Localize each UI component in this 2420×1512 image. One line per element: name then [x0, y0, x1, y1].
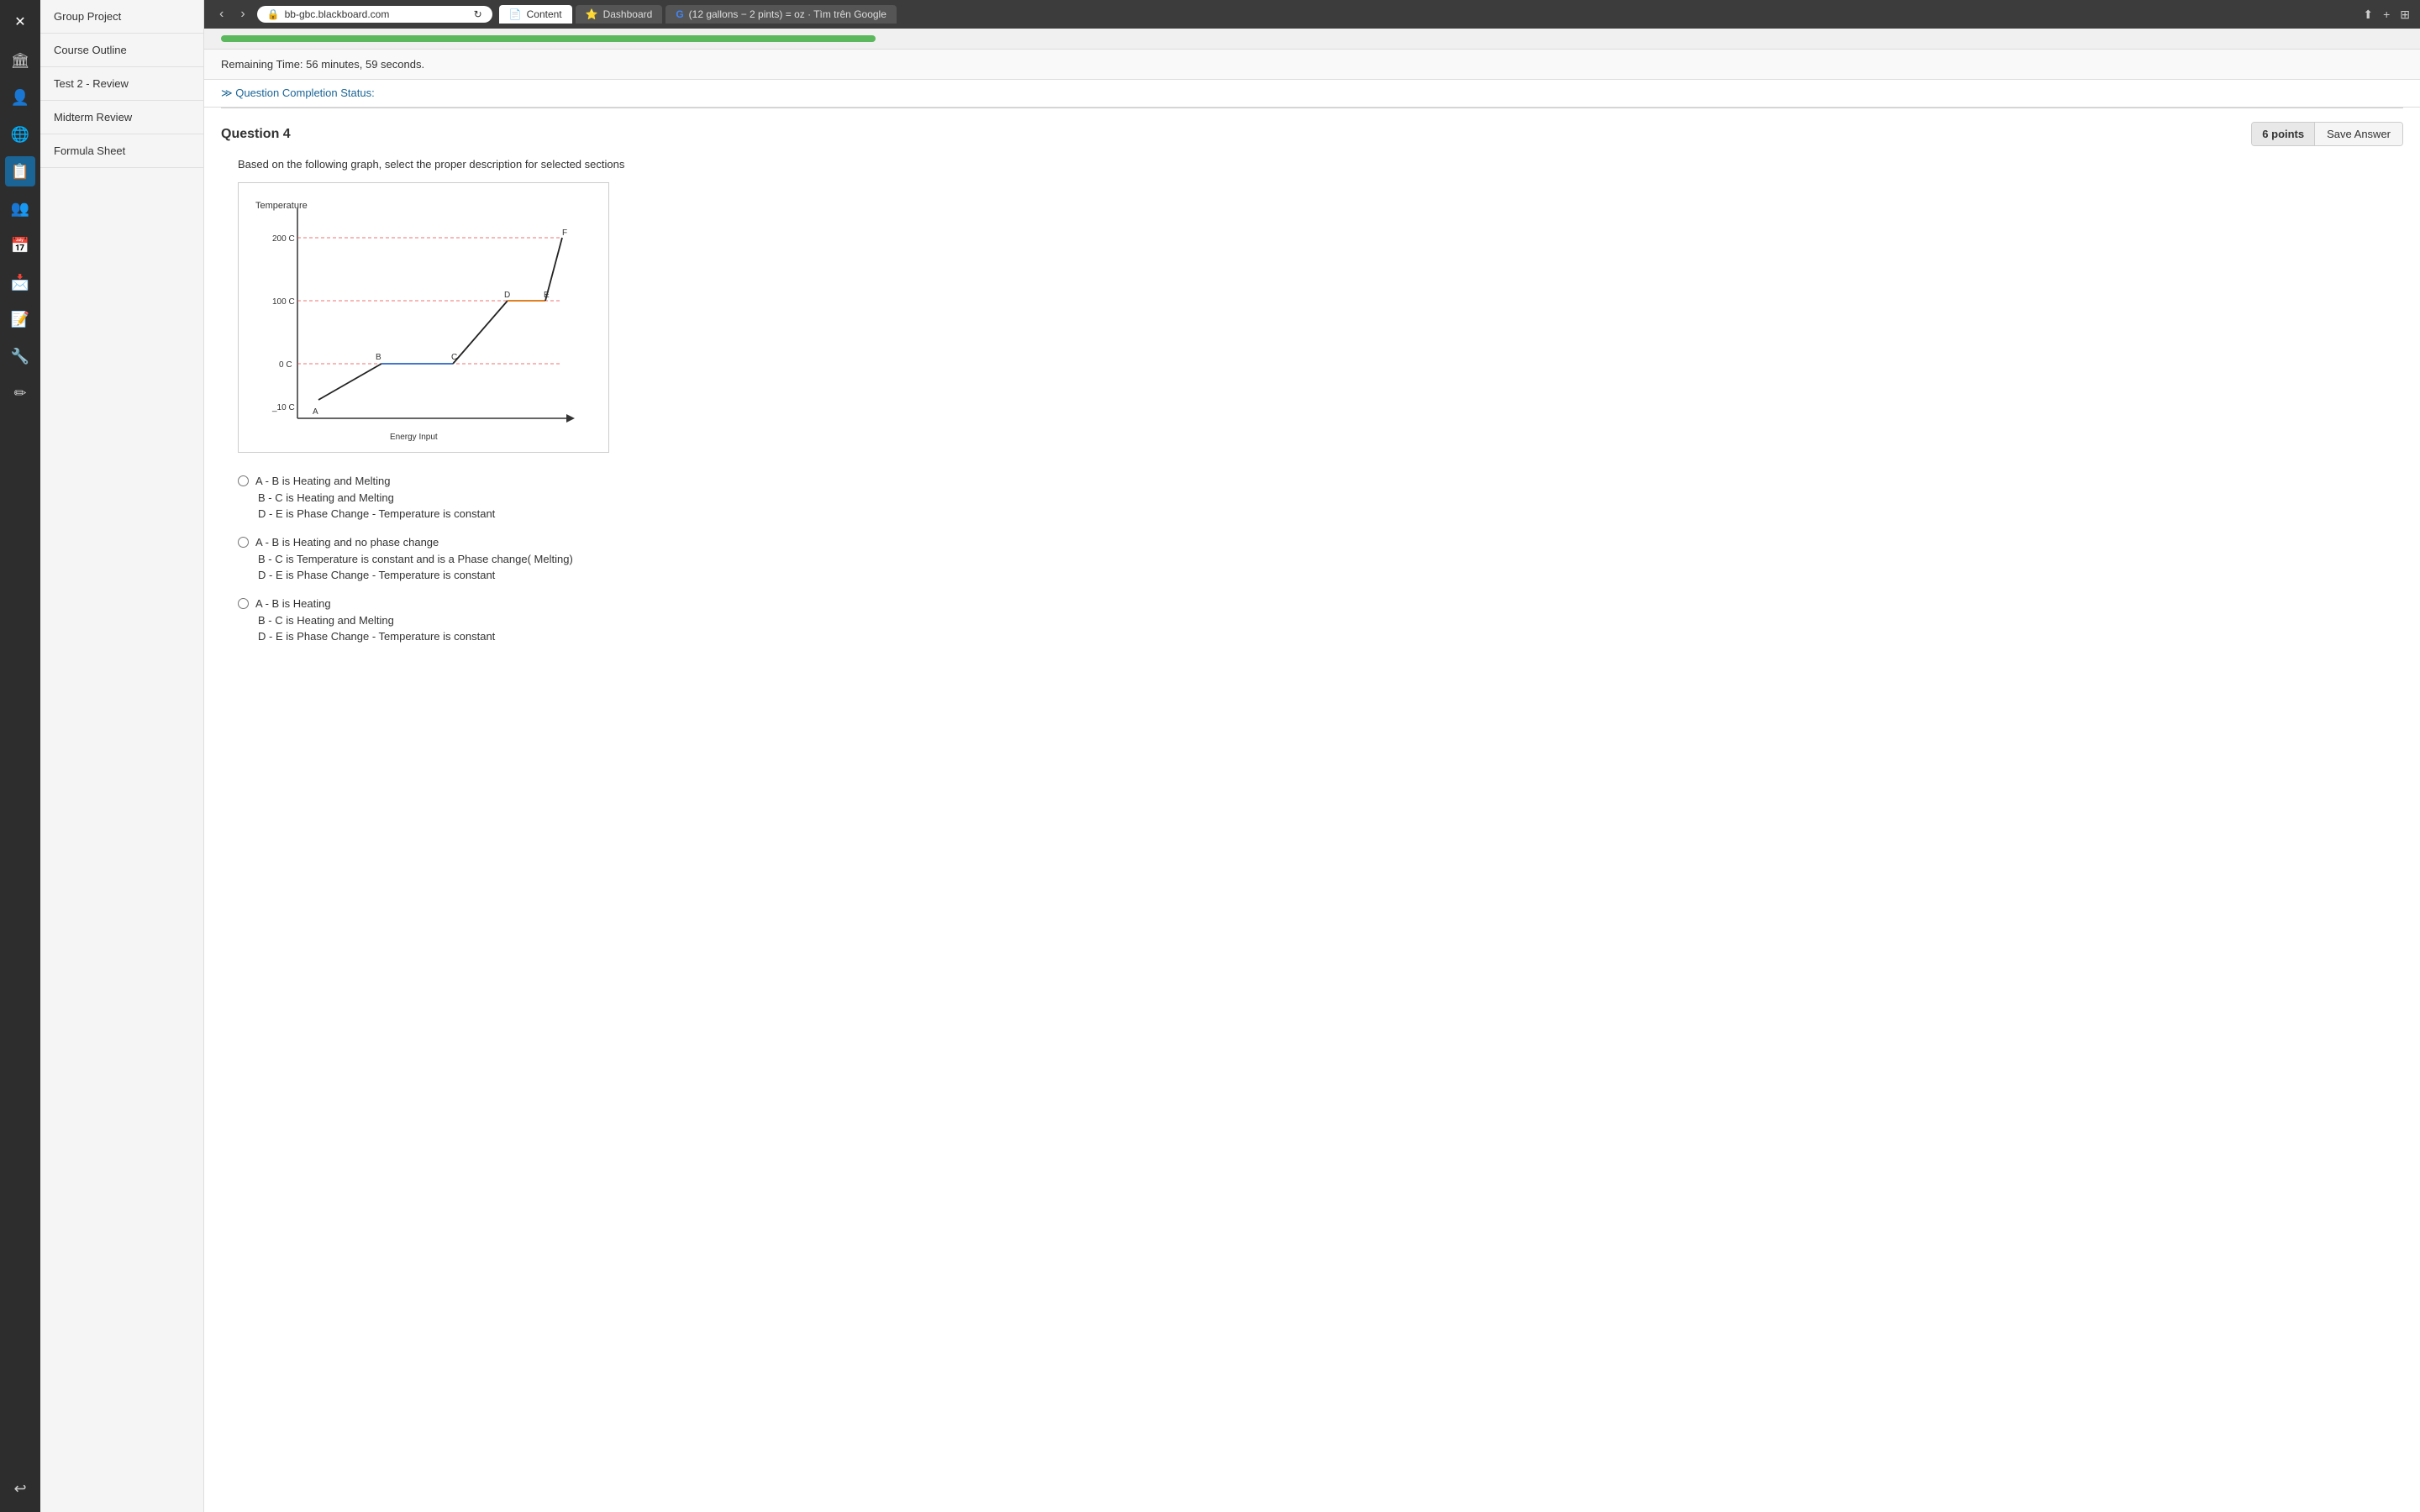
question-text: Based on the following graph, select the… [221, 158, 2403, 171]
profile-icon[interactable]: 👤 [5, 82, 35, 113]
progress-container [204, 29, 2420, 50]
timer-label: Remaining Time: 56 minutes, 59 seconds. [221, 58, 424, 71]
question-block: Question 4 6 points Save Answer Based on… [204, 108, 2420, 669]
option-3-sub1: B - C is Heating and Melting [238, 612, 2403, 628]
option-1-line2: B - C is Heating and Melting [258, 491, 394, 504]
option-2-sub2: D - E is Phase Change - Temperature is c… [238, 567, 2403, 583]
messages-icon[interactable]: 📩 [5, 267, 35, 297]
heating-curve-svg: Temperature 200 C [247, 192, 600, 444]
tab-dashboard[interactable]: ⭐ Dashboard [576, 5, 663, 24]
option-2-line1: A - B is Heating and no phase change [255, 536, 439, 549]
sidebar-item-midterm-review[interactable]: Midterm Review [40, 101, 203, 134]
left-icon-bar: ✕ 🏛 👤 🌐 📋 👥 📅 📩 📝 🔧 ✏ ↩ [0, 0, 40, 1512]
option-group-2: A - B is Heating and no phase change B -… [238, 533, 2403, 583]
y-label-200: 200 C [272, 234, 295, 244]
completion-status[interactable]: ≫ Question Completion Status: [204, 80, 2420, 108]
globe-icon[interactable]: 🌐 [5, 119, 35, 150]
option-1-sub2: D - E is Phase Change - Temperature is c… [238, 506, 2403, 522]
new-tab-icon[interactable]: + [2383, 8, 2390, 21]
content-icon[interactable]: 📋 [5, 156, 35, 186]
edit-icon[interactable]: ✏ [5, 378, 35, 408]
point-D: D [504, 291, 510, 300]
groups-icon[interactable]: 👥 [5, 193, 35, 223]
option-row-3[interactable]: A - B is Heating [238, 595, 2403, 612]
back-button[interactable]: ‹ [214, 5, 229, 24]
sidebar-item-test2-review[interactable]: Test 2 - Review [40, 67, 203, 101]
tab-google-icon: G [676, 8, 683, 20]
option-group-1: A - B is Heating and Melting B - C is He… [238, 472, 2403, 522]
points-save-container: 6 points Save Answer [2251, 122, 2403, 146]
grades-icon[interactable]: 📝 [5, 304, 35, 334]
option-1-line1: A - B is Heating and Melting [255, 475, 390, 487]
progress-bar [221, 35, 876, 42]
calendar-icon[interactable]: 📅 [5, 230, 35, 260]
back-nav-icon[interactable]: ↩ [5, 1473, 35, 1504]
remaining-label: Remaining Time: [221, 58, 303, 71]
option-group-3: A - B is Heating B - C is Heating and Me… [238, 595, 2403, 644]
point-A: A [313, 407, 318, 417]
option-3-line3: D - E is Phase Change - Temperature is c… [258, 630, 495, 643]
option-row-1[interactable]: A - B is Heating and Melting [238, 472, 2403, 490]
answer-options: A - B is Heating and Melting B - C is He… [221, 472, 2403, 656]
question-title: Question 4 [221, 127, 291, 142]
reload-icon[interactable]: ↻ [474, 8, 482, 20]
question-header: Question 4 6 points Save Answer [221, 122, 2403, 146]
x-axis-label: Energy Input [390, 433, 438, 442]
option-3-sub2: D - E is Phase Change - Temperature is c… [238, 628, 2403, 644]
completion-arrow: ≫ [221, 87, 233, 99]
option-3-line1: A - B is Heating [255, 597, 331, 610]
home-icon[interactable]: 🏛 [5, 45, 35, 76]
radio-3[interactable] [238, 598, 249, 609]
graph-container: Temperature 200 C [238, 182, 609, 453]
main-area: ‹ › 🔒 bb-gbc.blackboard.com ↻ 📄 Content … [204, 0, 2420, 1512]
browser-chrome: ‹ › 🔒 bb-gbc.blackboard.com ↻ 📄 Content … [204, 0, 2420, 29]
url-text: bb-gbc.blackboard.com [285, 8, 390, 20]
lock-icon: 🔒 [267, 8, 280, 20]
close-icon[interactable]: ✕ [9, 8, 30, 35]
option-2-sub1: B - C is Temperature is constant and is … [238, 551, 2403, 567]
y-axis-title: Temperature [255, 201, 308, 211]
option-2-line2: B - C is Temperature is constant and is … [258, 553, 573, 565]
option-row-2[interactable]: A - B is Heating and no phase change [238, 533, 2403, 551]
point-E: E [544, 291, 550, 300]
points-label: 6 points [2252, 123, 2315, 145]
tab-content-label: Content [527, 8, 562, 20]
tab-google-label: (12 gallons − 2 pints) = oz · Tìm trên G… [689, 8, 886, 20]
share-icon[interactable]: ⬆ [2363, 8, 2373, 22]
timer-value: 56 minutes, 59 seconds. [306, 58, 424, 71]
tab-dashboard-label: Dashboard [603, 8, 653, 20]
sidebar: Group Project Course Outline Test 2 - Re… [40, 0, 204, 1512]
sidebar-item-course-outline[interactable]: Course Outline [40, 34, 203, 67]
y-label-100: 100 C [272, 297, 295, 307]
y-label-0: 0 C [279, 360, 292, 370]
sidebar-item-group-project[interactable]: Group Project [40, 0, 203, 34]
completion-label: Question Completion Status: [235, 87, 374, 99]
y-label-neg10: _10 C [271, 403, 295, 412]
point-C: C [451, 353, 457, 362]
timer-bar: Remaining Time: 56 minutes, 59 seconds. [204, 50, 2420, 80]
tools-icon[interactable]: 🔧 [5, 341, 35, 371]
radio-2[interactable] [238, 537, 249, 548]
option-3-line2: B - C is Heating and Melting [258, 614, 394, 627]
sidebar-item-formula-sheet[interactable]: Formula Sheet [40, 134, 203, 168]
tab-dashboard-icon: ⭐ [586, 8, 598, 20]
tab-content-icon: 📄 [509, 8, 522, 20]
tab-bar: 📄 Content ⭐ Dashboard G (12 gallons − 2 … [499, 5, 2354, 24]
forward-button[interactable]: › [235, 5, 250, 24]
content-area: Remaining Time: 56 minutes, 59 seconds. … [204, 29, 2420, 1512]
save-answer-button[interactable]: Save Answer [2315, 123, 2402, 145]
grid-view-icon[interactable]: ⊞ [2400, 8, 2410, 22]
completion-link[interactable]: ≫ Question Completion Status: [221, 87, 375, 99]
url-bar[interactable]: 🔒 bb-gbc.blackboard.com ↻ [257, 6, 492, 23]
radio-1[interactable] [238, 475, 249, 486]
option-1-sub1: B - C is Heating and Melting [238, 490, 2403, 506]
option-2-line3: D - E is Phase Change - Temperature is c… [258, 569, 495, 581]
tab-content[interactable]: 📄 Content [499, 5, 572, 24]
point-B: B [376, 353, 381, 362]
point-F: F [562, 228, 567, 238]
tab-google[interactable]: G (12 gallons − 2 pints) = oz · Tìm trên… [666, 5, 897, 24]
option-1-line3: D - E is Phase Change - Temperature is c… [258, 507, 495, 520]
